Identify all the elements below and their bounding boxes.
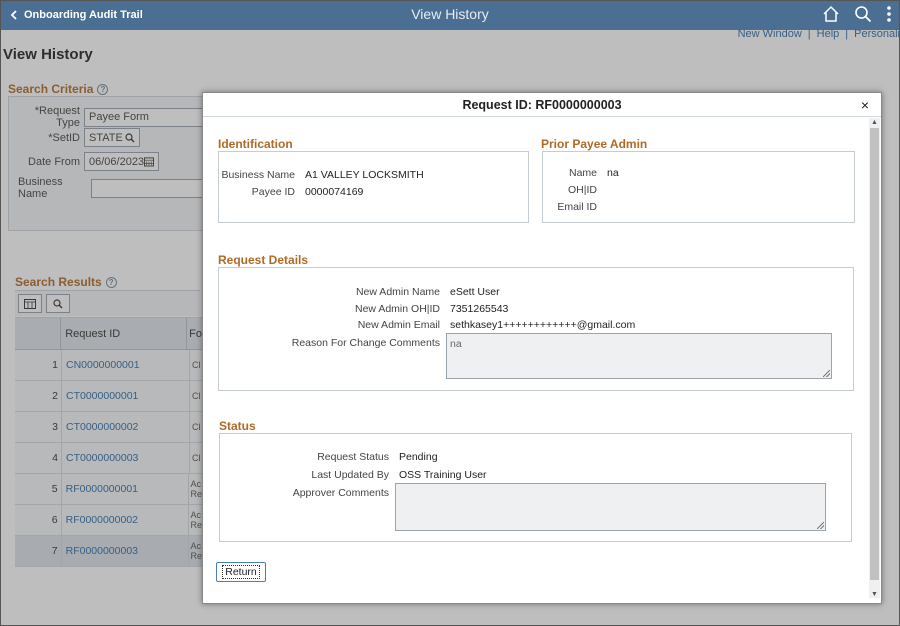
scroll-thumb[interactable] (870, 128, 879, 580)
request-details-panel: New Admin Name eSett User New Admin OH|I… (218, 267, 854, 391)
request-details-title: Request Details (218, 253, 309, 267)
new-admin-email-value: sethkasey1++++++++++++@gmail.com (450, 319, 636, 331)
reason-comments-value: na (450, 338, 462, 350)
resize-handle-icon[interactable] (817, 522, 824, 529)
new-admin-ohid-label: New Admin OH|ID (355, 303, 440, 315)
top-banner: Onboarding Audit Trail View History (0, 0, 900, 30)
return-button[interactable]: Return (216, 562, 266, 582)
prior-email-label: Email ID (557, 201, 597, 213)
scroll-down-icon[interactable]: ▼ (871, 591, 878, 598)
request-detail-modal: Request ID: RF0000000003 × ▲ ▼ Identific… (202, 92, 882, 604)
approver-comments-label: Approver Comments (292, 487, 389, 499)
status-title: Status (219, 419, 256, 433)
business-name-label: Business Name (221, 169, 295, 181)
reason-comments-label: Reason For Change Comments (291, 337, 440, 349)
new-admin-name-value: eSett User (450, 286, 500, 298)
modal-scrollbar[interactable]: ▲ ▼ (869, 118, 880, 598)
search-icon[interactable] (854, 5, 872, 23)
last-updated-by-label: Last Updated By (311, 469, 389, 481)
return-button-label: Return (222, 565, 260, 579)
business-name-value: A1 VALLEY LOCKSMITH (305, 169, 424, 181)
request-status-value: Pending (399, 451, 438, 463)
payee-id-label: Payee ID (251, 186, 295, 198)
home-icon[interactable] (822, 5, 840, 23)
approver-comments-textarea[interactable] (395, 483, 826, 531)
prior-payee-admin-panel: Name na OH|ID Email ID (542, 151, 855, 223)
modal-title: Request ID: RF0000000003 (462, 98, 622, 112)
status-panel: Request Status Pending Last Updated By O… (219, 433, 852, 542)
resize-handle-icon[interactable] (823, 370, 830, 377)
identification-panel: Business Name A1 VALLEY LOCKSMITH Payee … (218, 151, 529, 223)
prior-ohid-label: OH|ID (568, 184, 597, 196)
new-admin-email-label: New Admin Email (357, 319, 440, 331)
identification-title: Identification (218, 137, 293, 151)
modal-header: Request ID: RF0000000003 × (203, 93, 881, 117)
prior-name-value: na (607, 167, 619, 179)
kebab-menu-icon[interactable] (886, 5, 892, 23)
request-status-label: Request Status (317, 451, 389, 463)
reason-comments-textarea[interactable]: na (446, 333, 832, 379)
new-admin-ohid-value: 7351265543 (450, 303, 509, 315)
prior-name-label: Name (568, 167, 597, 179)
scroll-up-icon[interactable]: ▲ (871, 119, 878, 126)
close-button[interactable]: × (861, 97, 869, 113)
payee-id-value: 0000074169 (305, 186, 364, 198)
prior-payee-admin-title: Prior Payee Admin (541, 137, 648, 151)
app-title: View History (411, 6, 489, 22)
new-admin-name-label: New Admin Name (355, 286, 440, 298)
last-updated-by-value: OSS Training User (399, 469, 487, 481)
